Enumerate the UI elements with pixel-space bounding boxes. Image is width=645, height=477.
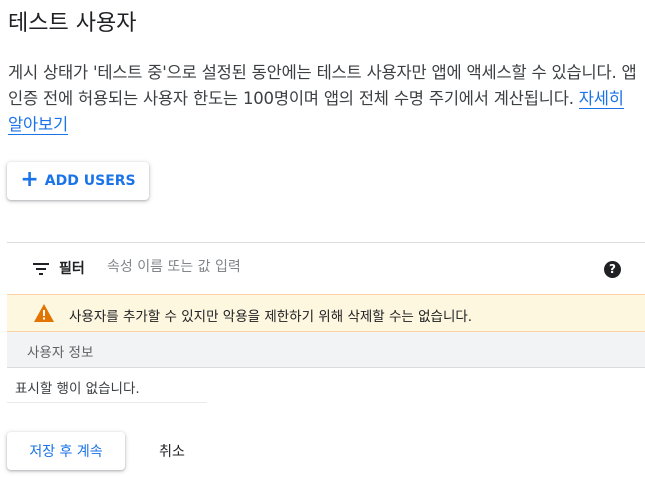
page-title: 테스트 사용자 xyxy=(8,11,137,36)
column-header-user-info[interactable]: 사용자 정보 xyxy=(27,341,93,361)
warning-icon xyxy=(34,304,54,322)
plus-icon: + xyxy=(20,167,39,192)
filter-input[interactable] xyxy=(107,255,487,279)
add-users-button[interactable]: + ADD USERS xyxy=(7,162,149,200)
warning-banner: 사용자를 추가할 수 있지만 악용을 제한하기 위해 삭제할 수는 없습니다. xyxy=(7,294,645,332)
warning-text: 사용자를 추가할 수 있지만 악용을 제한하기 위해 삭제할 수는 없습니다. xyxy=(69,309,473,325)
add-users-label: ADD USERS xyxy=(44,173,136,189)
table-header: 사용자 정보 xyxy=(7,332,645,368)
empty-table-message: 표시할 행이 없습니다. xyxy=(7,368,207,403)
page-description: 게시 상태가 '테스트 중'으로 설정된 동안에는 테스트 사용자만 앱에 액세… xyxy=(8,60,640,138)
filter-list-icon[interactable] xyxy=(33,263,49,275)
test-users-table: 필터 ? 사용자를 추가할 수 있지만 악용을 제한하기 위해 삭제할 수는 없… xyxy=(7,242,645,403)
filter-bar: 필터 ? xyxy=(7,243,645,293)
save-and-continue-button[interactable]: 저장 후 계속 xyxy=(7,432,125,470)
cancel-button[interactable]: 취소 xyxy=(140,432,204,470)
help-icon[interactable]: ? xyxy=(604,261,621,278)
empty-message-text: 표시할 행이 없습니다. xyxy=(15,381,140,397)
filter-label: 필터 xyxy=(59,261,85,277)
description-text: 게시 상태가 '테스트 중'으로 설정된 동안에는 테스트 사용자만 앱에 액세… xyxy=(8,63,637,108)
